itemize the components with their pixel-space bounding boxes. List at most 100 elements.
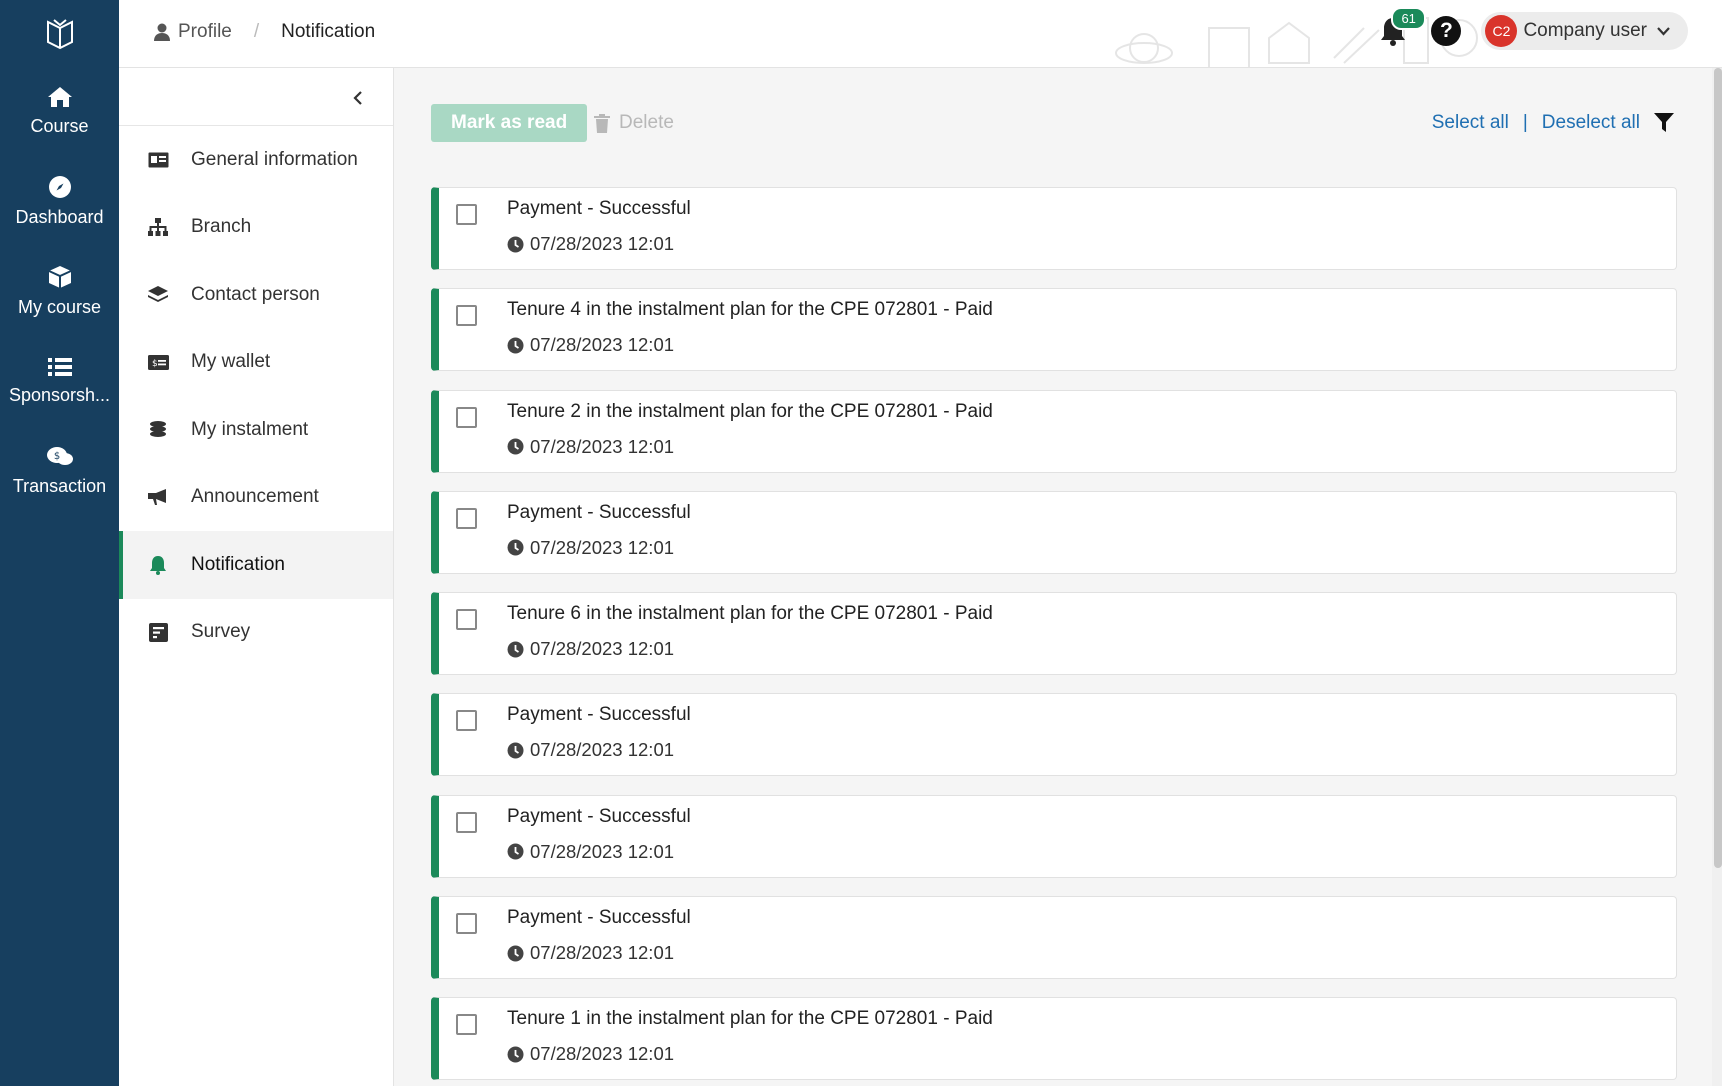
notification-checkbox[interactable] — [456, 710, 477, 732]
help-button[interactable]: ? — [1431, 16, 1462, 46]
notification-time: 07/28/2023 12:01 — [507, 841, 674, 863]
chat-money-icon: $ — [46, 446, 73, 465]
notification-title: Payment - Successful — [507, 198, 691, 219]
mark-as-read-button[interactable]: Mark as read — [431, 104, 588, 142]
filter-button[interactable] — [1654, 113, 1674, 133]
rail-item-dashboard[interactable]: Dashboard — [0, 156, 119, 246]
box-icon — [48, 265, 71, 288]
breadcrumb-profile-label: Profile — [178, 21, 232, 42]
rail-item-label: Course — [30, 115, 89, 136]
notification-time: 07/28/2023 12:01 — [507, 233, 674, 255]
notification-item[interactable]: Tenure 6 in the instalment plan for the … — [431, 592, 1677, 676]
sidebar-item-contact-person[interactable]: Contact person — [119, 261, 393, 329]
clock-icon — [507, 539, 524, 556]
notification-time: 07/28/2023 12:01 — [507, 537, 674, 559]
deselect-all-link[interactable]: Deselect all — [1542, 112, 1640, 134]
chevron-down-icon — [1657, 26, 1670, 36]
notification-checkbox[interactable] — [456, 204, 477, 225]
top-header: Profile / Notification 61 ? C2 Company u… — [119, 0, 1722, 68]
sidebar-item-announcement[interactable]: Announcement — [119, 464, 393, 532]
id-card-icon — [147, 149, 169, 171]
notification-item[interactable]: Payment - Successful 07/28/2023 12:01 — [431, 490, 1677, 574]
notification-time: 07/28/2023 12:01 — [507, 1043, 674, 1065]
notification-checkbox[interactable] — [456, 305, 477, 327]
chevron-left-icon — [353, 91, 362, 105]
clock-icon — [507, 641, 524, 658]
clock-icon — [507, 1046, 524, 1063]
select-all-link[interactable]: Select all — [1432, 112, 1509, 134]
notification-checkbox[interactable] — [456, 406, 477, 428]
sitemap-icon — [147, 216, 169, 238]
notification-time: 07/28/2023 12:01 — [507, 436, 674, 458]
notification-title: Payment - Successful — [507, 805, 691, 827]
notification-time-text: 07/28/2023 12:01 — [530, 942, 675, 964]
avatar: C2 — [1485, 15, 1518, 47]
notification-time-text: 07/28/2023 12:01 — [530, 334, 675, 356]
svg-text:$: $ — [152, 359, 158, 369]
breadcrumb-profile-link[interactable]: Profile — [154, 21, 232, 43]
collapse-sidebar-button[interactable] — [119, 68, 393, 126]
sidebar-item-survey[interactable]: Survey — [119, 599, 393, 667]
sidebar-item-label: Branch — [191, 216, 252, 238]
list-icon — [47, 357, 72, 376]
notification-list: Payment - Successful 07/28/2023 12:01 Te… — [431, 187, 1677, 1086]
breadcrumb-separator: / — [253, 21, 260, 42]
filter-icon — [1654, 113, 1674, 132]
scrollbar-thumb[interactable] — [1714, 68, 1722, 868]
breadcrumb-current: Notification — [281, 21, 376, 42]
sidebar-item-notification[interactable]: Notification — [119, 531, 393, 599]
notification-checkbox[interactable] — [456, 1014, 477, 1036]
sidebar-item-label: My instalment — [191, 418, 309, 440]
rail-item-course[interactable]: Course — [0, 66, 119, 156]
rail-item-label: Dashboard — [15, 206, 104, 227]
notification-checkbox[interactable] — [456, 811, 477, 833]
sidebar-item-general-information[interactable]: General information — [119, 126, 393, 194]
user-menu-dropdown[interactable]: C2 Company user — [1481, 12, 1688, 50]
selection-controls: Select all | Deselect all — [1432, 104, 1674, 142]
sidebar-item-my-wallet[interactable]: $ My wallet — [119, 329, 393, 397]
notification-time: 07/28/2023 12:01 — [507, 739, 674, 761]
delete-button[interactable]: Delete — [594, 104, 674, 142]
notification-checkbox[interactable] — [456, 609, 477, 631]
rail-item-my-course[interactable]: My course — [0, 246, 119, 336]
notification-item[interactable]: Tenure 2 in the instalment plan for the … — [431, 389, 1677, 473]
notifications-button[interactable]: 61 — [1373, 7, 1426, 51]
notification-item[interactable]: Tenure 1 in the instalment plan for the … — [431, 997, 1677, 1081]
notification-title: Tenure 2 in the instalment plan for the … — [507, 400, 993, 422]
notification-time-text: 07/28/2023 12:01 — [530, 435, 675, 457]
rail-item-sponsorship[interactable]: Sponsorsh... — [0, 336, 119, 426]
notification-time-text: 07/28/2023 12:01 — [530, 638, 675, 660]
notification-time-text: 07/28/2023 12:01 — [530, 233, 675, 254]
rail-item-transaction[interactable]: $ Transaction — [0, 426, 119, 516]
sidebar-item-my-instalment[interactable]: My instalment — [119, 396, 393, 464]
main-nav-rail: Course Dashboard My course Sponsorsh... … — [0, 0, 119, 1086]
svg-text:$: $ — [53, 451, 59, 462]
selection-divider: | — [1522, 112, 1528, 133]
notification-item[interactable]: Payment - Successful 07/28/2023 12:01 — [431, 693, 1677, 777]
notification-title: Tenure 4 in the instalment plan for the … — [507, 299, 993, 321]
notification-checkbox[interactable] — [456, 913, 477, 935]
clock-icon — [507, 843, 524, 860]
notification-time-text: 07/28/2023 12:01 — [530, 536, 675, 558]
notification-item[interactable]: Payment - Successful 07/28/2023 12:01 — [431, 187, 1677, 270]
notification-item[interactable]: Payment - Successful 07/28/2023 12:01 — [431, 794, 1677, 878]
survey-icon — [147, 621, 169, 643]
notification-title: Payment - Successful — [507, 501, 691, 523]
rail-item-label: Transaction — [12, 475, 107, 496]
sidebar-item-branch[interactable]: Branch — [119, 194, 393, 262]
user-icon — [154, 23, 170, 41]
sidebar-item-label: Notification — [191, 553, 285, 575]
notification-time: 07/28/2023 12:01 — [507, 334, 674, 356]
megaphone-icon — [147, 486, 169, 508]
breadcrumb: Profile / Notification — [154, 0, 375, 64]
sidebar-item-label: My wallet — [191, 351, 271, 373]
book-logo-icon — [46, 19, 73, 50]
notification-item[interactable]: Tenure 4 in the instalment plan for the … — [431, 288, 1677, 372]
notification-time-text: 07/28/2023 12:01 — [530, 739, 675, 761]
clock-icon — [507, 742, 524, 759]
user-name: Company user — [1523, 20, 1647, 41]
notification-item[interactable]: Payment - Successful 07/28/2023 12:01 — [431, 896, 1677, 980]
sidebar-item-label: Contact person — [191, 283, 320, 305]
app-logo[interactable] — [0, 0, 119, 66]
notification-checkbox[interactable] — [456, 507, 477, 529]
